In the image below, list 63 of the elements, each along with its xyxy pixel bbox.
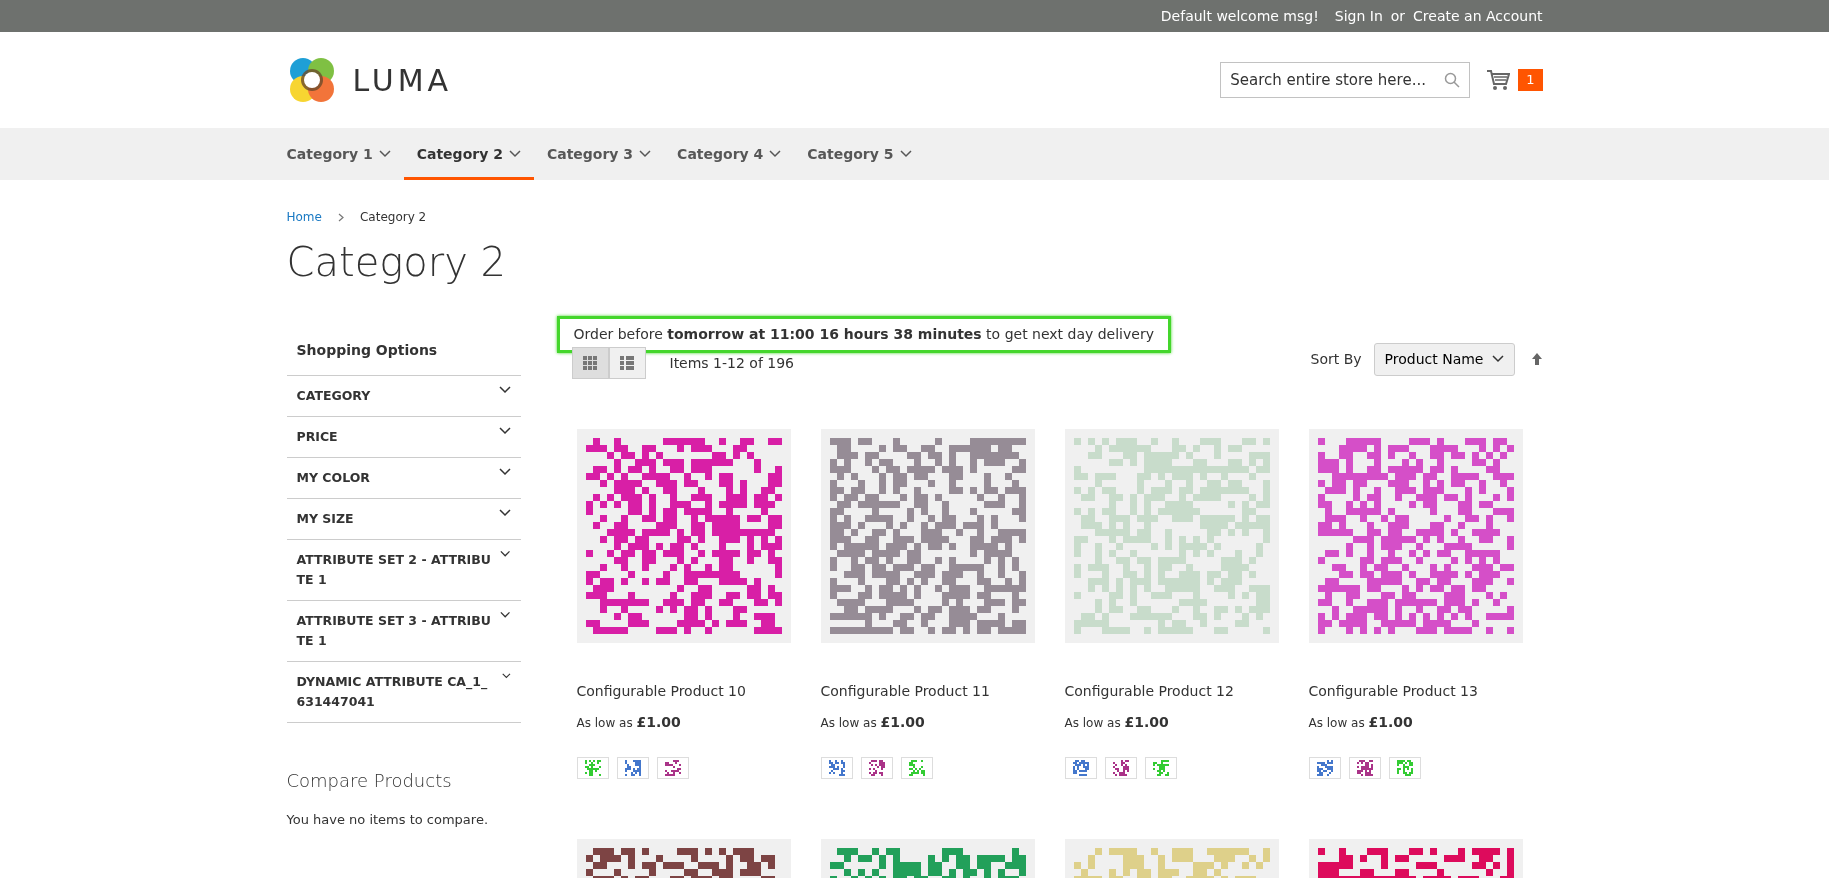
sidebar-title: Shopping Options	[286, 328, 521, 376]
delivery-notice: Order before tomorrow at 11:00 16 hours 38 minutes to get next day delivery	[556, 316, 1171, 353]
items-count: Items 1-12 of 196	[669, 353, 794, 373]
search-icon	[1444, 72, 1461, 88]
color-swatch[interactable]	[1348, 757, 1381, 779]
color-swatch[interactable]	[616, 757, 649, 779]
product-name[interactable]: Configurable Product 13	[1308, 681, 1523, 702]
product-price: As low as £1.00	[576, 713, 682, 732]
cart-count: 1	[1518, 69, 1543, 91]
search-field[interactable]: Search entire store here...	[1220, 62, 1471, 98]
chevron-down-icon	[1491, 355, 1504, 363]
compare-text: You have no items to compare.	[286, 811, 490, 829]
color-swatch[interactable]	[1104, 757, 1137, 779]
color-swatch[interactable]	[1064, 757, 1097, 779]
color-swatch[interactable]	[656, 757, 689, 779]
product-price: As low as £1.00	[1308, 713, 1414, 732]
filter-header[interactable]: CATEGORY	[286, 376, 521, 417]
sort-arrow-icon[interactable]	[1530, 352, 1543, 366]
color-swatch[interactable]	[900, 757, 933, 779]
chevron-down-icon	[378, 150, 391, 158]
nav-tab[interactable]: Category 5	[794, 128, 925, 180]
list-icon	[620, 356, 634, 370]
nav-tab[interactable]: Category 2	[403, 128, 534, 180]
sort-dropdown[interactable]: Product Name	[1373, 342, 1515, 376]
product-name[interactable]: Configurable Product 10	[576, 681, 791, 702]
cart-icon[interactable]	[1486, 69, 1511, 91]
chevron-down-icon	[508, 150, 521, 158]
breadcrumb-current: Category 2	[359, 209, 427, 226]
filter-header[interactable]: DYNAMIC ATTRIBUTE CA_1_ 631447041	[286, 662, 521, 723]
product-name[interactable]: Configurable Product 11	[820, 681, 1035, 702]
product-price: As low as £1.00	[1064, 713, 1170, 732]
filter-header[interactable]: MY COLOR	[286, 458, 521, 499]
logo-text: LUMA	[352, 61, 453, 100]
nav-tab[interactable]: Category 4	[664, 128, 795, 180]
grid-view-button[interactable]	[571, 347, 609, 379]
breadcrumb-link[interactable]: Home	[286, 208, 322, 226]
filter-header[interactable]: PRICE	[286, 417, 521, 458]
separator-text: or	[1390, 6, 1406, 26]
nav-tab[interactable]: Category 3	[533, 128, 665, 180]
chevron-down-icon	[769, 150, 782, 158]
color-swatch[interactable]	[576, 757, 609, 779]
welcome-message: Default welcome msg!	[1160, 6, 1319, 26]
sign-in-link[interactable]: Sign In	[1334, 5, 1383, 27]
nav-tab[interactable]: Category 1	[286, 128, 404, 180]
color-swatch[interactable]	[1388, 757, 1421, 779]
color-swatch[interactable]	[820, 757, 853, 779]
color-swatch[interactable]	[1144, 757, 1177, 779]
list-view-button[interactable]	[608, 347, 646, 379]
compare-title: Compare Products	[286, 769, 453, 793]
product-price: As low as £1.00	[820, 713, 926, 732]
color-swatch[interactable]	[1308, 757, 1341, 779]
filter-header[interactable]: MY SIZE	[286, 499, 521, 540]
chevron-right-icon	[337, 212, 344, 222]
page-title: Category 2	[286, 238, 507, 286]
product-name[interactable]: Configurable Product 12	[1064, 681, 1279, 702]
sort-label: Sort By	[1310, 349, 1362, 369]
color-swatch[interactable]	[860, 757, 893, 779]
chevron-down-icon	[639, 150, 652, 158]
filter-header[interactable]: ATTRIBUTE SET 3 - ATTRIBU TE 1	[286, 601, 521, 662]
filter-header[interactable]: ATTRIBUTE SET 2 - ATTRIBU TE 1	[286, 540, 521, 601]
chevron-down-icon	[899, 150, 912, 158]
grid-icon	[583, 356, 597, 370]
create-account-link[interactable]: Create an Account	[1413, 5, 1543, 27]
